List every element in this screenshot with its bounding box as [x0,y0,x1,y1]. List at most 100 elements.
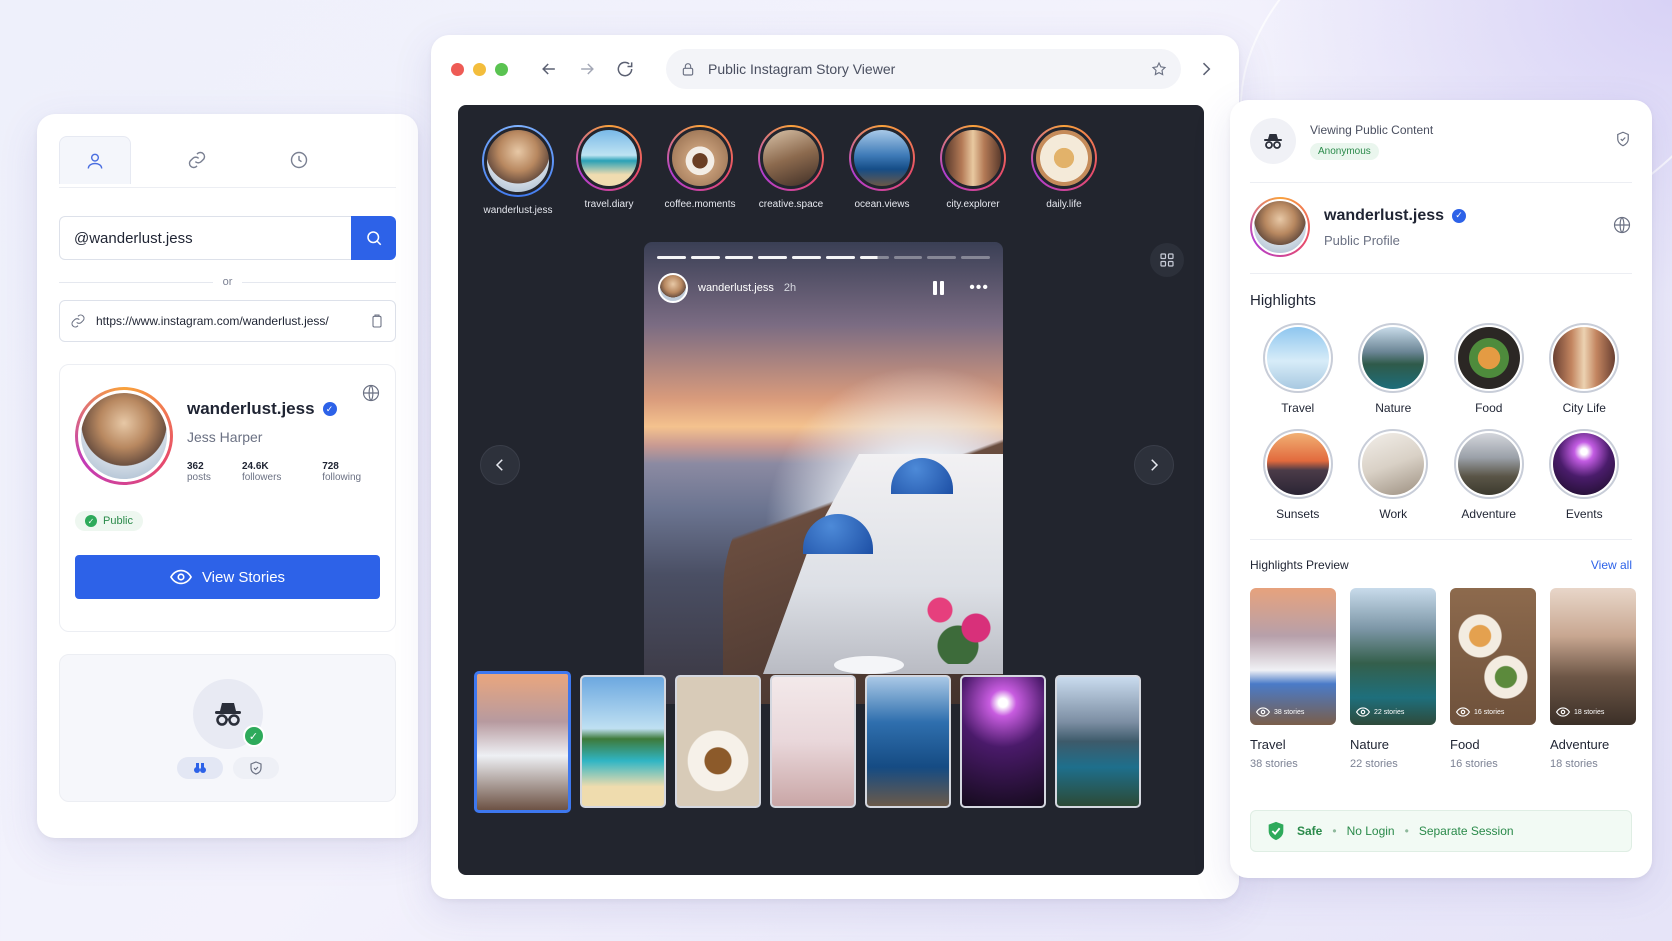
profile-full-name: Jess Harper [187,429,263,445]
close-dot[interactable] [451,62,464,76]
thumbnail-ocean[interactable] [865,675,951,808]
highlight-label: Sunsets [1276,507,1320,521]
view-stories-button[interactable]: View Stories [75,555,380,599]
forward-button[interactable] [574,56,600,82]
story-travel-diary[interactable]: travel.diary [573,125,645,216]
story-daily-life[interactable]: daily.life [1028,125,1100,216]
check-icon: ✓ [85,515,97,527]
user-icon [87,153,103,169]
tab-link[interactable] [161,136,233,184]
progress-segment [859,256,889,259]
minimize-dot[interactable] [473,62,486,76]
reload-button[interactable] [612,56,638,82]
preview-count: 22 stories [1374,708,1405,716]
session-label: Separate Session [1418,824,1514,838]
more-icon[interactable]: ••• [969,279,989,297]
paste-icon[interactable] [369,313,385,329]
browser-toolbar: Public Instagram Story Viewer [431,35,1239,103]
highlight-nature[interactable]: Nature [1346,323,1442,415]
highlight-city-life[interactable]: City Life [1537,323,1633,415]
thumbnail-beach[interactable] [580,675,666,808]
preview-adventure[interactable]: 18 stories Adventure 18 stories [1550,588,1636,770]
story-coffee-moments[interactable]: coffee.moments [664,125,736,216]
back-button[interactable] [536,56,562,82]
thumbnail-food[interactable] [675,675,761,808]
anonymous-badge: Anonymous [1310,142,1379,160]
preview-food[interactable]: 16 stories Food 16 stories [1450,588,1536,770]
view-all-link[interactable]: View all [1591,558,1632,572]
preview-sub: 16 stories [1450,758,1498,770]
thumbnail-concert[interactable] [960,675,1046,808]
story-label: daily.life [1046,199,1082,210]
next-story-button[interactable] [1134,445,1174,485]
story-frame[interactable]: wanderlust.jess 2h ••• [644,242,1003,704]
url-field[interactable]: https://www.instagram.com/wanderlust.jes… [59,300,396,342]
link-icon [188,151,206,169]
highlight-work[interactable]: Work [1346,429,1442,521]
progress-segment [961,256,990,259]
story-ocean-views[interactable]: ocean.views [846,125,918,216]
highlight-events[interactable]: Events [1537,429,1633,521]
highlight-adventure[interactable]: Adventure [1441,429,1537,521]
binoculars-button[interactable] [176,757,223,779]
view-stories-label: View Stories [201,568,286,586]
avatar [75,387,173,485]
previous-story-button[interactable] [480,445,520,485]
thumbnail-workspace[interactable] [770,675,856,808]
divider-line [59,281,213,283]
story-image-flowers [913,574,1003,664]
followers-count: 24.6K [241,461,269,472]
search-button[interactable] [351,216,396,260]
progress-segment [825,256,855,259]
tab-username[interactable] [59,136,131,184]
check-icon: ✓ [242,725,265,747]
status-badge: ✓ Public [75,511,143,531]
preview-travel[interactable]: 38 stories Travel 38 stories [1250,588,1336,770]
binoculars-icon [193,763,206,773]
tab-history[interactable] [263,136,335,184]
window-controls [451,62,508,76]
maximize-dot[interactable] [495,62,508,76]
chevron-left-icon [495,459,503,471]
verified-icon: ✓ [322,402,337,416]
expand-button[interactable] [1193,56,1219,82]
globe-icon [1612,215,1632,240]
address-text: Public Instagram Story Viewer [708,61,896,77]
highlights-preview-header: Highlights Preview View all [1250,558,1632,572]
story-wanderlust-jess[interactable]: wanderlust.jess [482,125,554,216]
search-panel: or https://www.instagram.com/wanderlust.… [37,114,418,838]
star-icon[interactable] [1151,61,1167,77]
story-city-explorer[interactable]: city.explorer [937,125,1009,216]
highlight-label: Events [1565,507,1603,521]
chevron-right-icon [1151,459,1159,471]
highlight-sunsets[interactable]: Sunsets [1250,429,1346,521]
story-label: creative.space [758,199,824,210]
grid-icon [1160,253,1174,267]
no-login-label: No Login [1346,824,1395,838]
shield-button[interactable] [232,757,279,779]
following-count: 728 [322,461,339,472]
pause-icon[interactable] [933,281,945,295]
highlight-label: Food [1475,401,1503,415]
eye-icon [1456,707,1470,717]
thumbnail-santorini[interactable] [474,671,571,813]
story-username: wanderlust.jess [698,282,774,294]
story-header: wanderlust.jess 2h ••• [658,273,989,303]
or-label: or [222,276,233,288]
lock-icon [682,63,694,76]
story-creative-space[interactable]: creative.space [755,125,827,216]
globe-icon [361,383,381,403]
shield-icon [249,761,262,775]
username-input[interactable] [59,216,351,260]
preview-nature[interactable]: 22 stories Nature 22 stories [1350,588,1436,770]
incognito-icon [1250,118,1296,164]
progress-segment [792,256,821,259]
highlights-title: Highlights [1250,292,1316,309]
highlight-travel[interactable]: Travel [1250,323,1346,415]
thumbnail-mountains[interactable] [1055,675,1141,808]
highlight-food[interactable]: Food [1441,323,1537,415]
grid-view-button[interactable] [1150,243,1184,277]
reload-icon [617,61,633,77]
profile-username: wanderlust.jess [187,399,315,418]
address-bar[interactable]: Public Instagram Story Viewer [666,49,1181,89]
